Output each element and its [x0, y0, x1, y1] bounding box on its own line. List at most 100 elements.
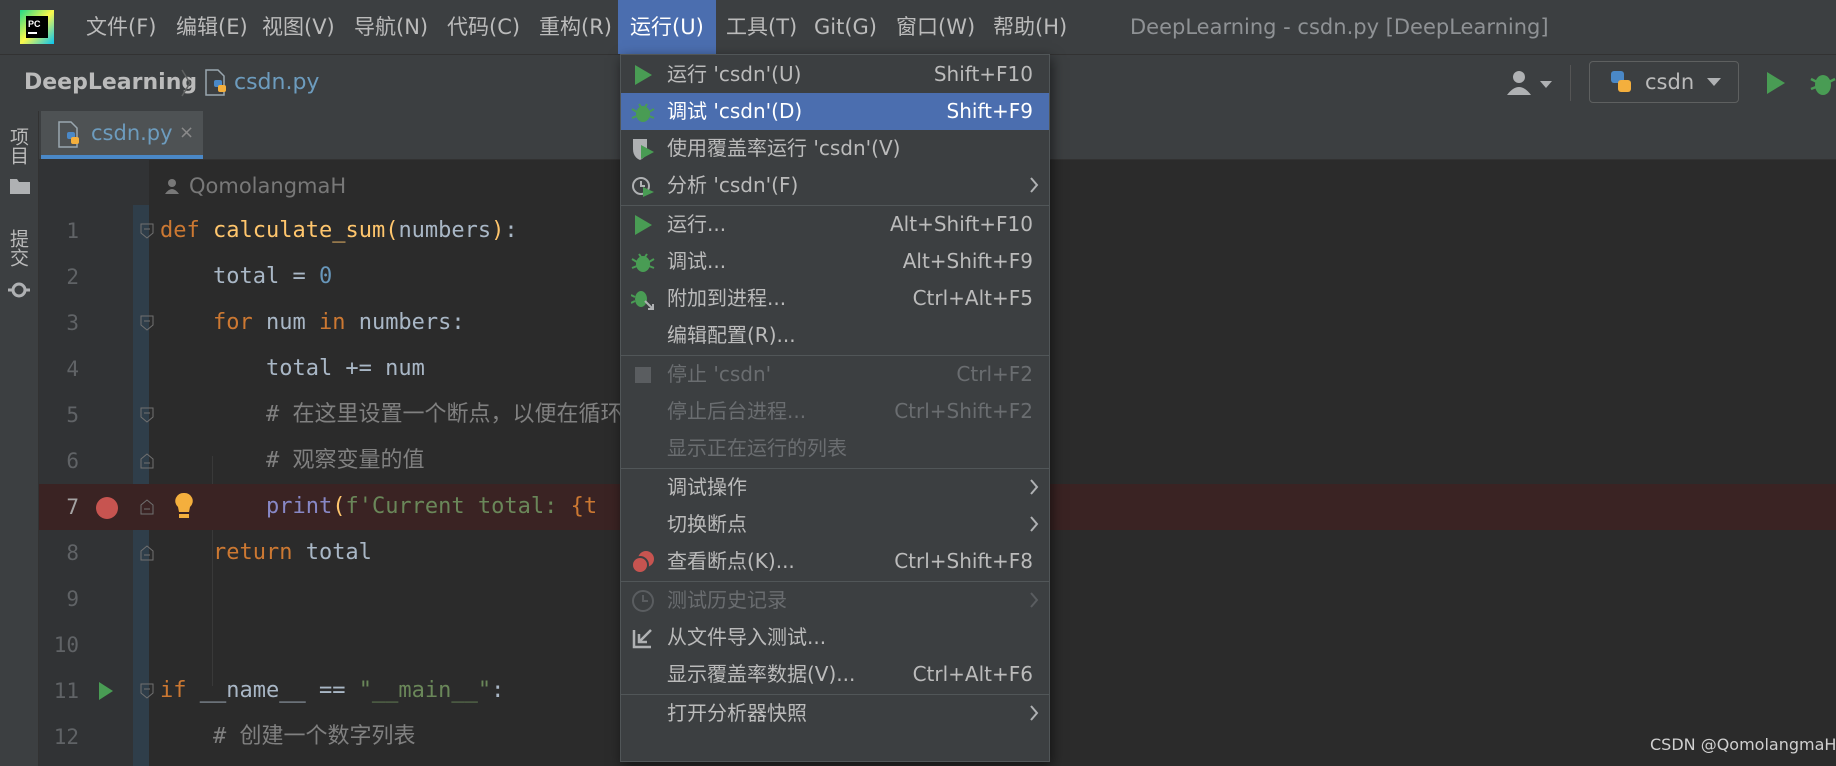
debug-icon [631, 103, 655, 122]
menu-item-profile[interactable]: 分析 'csdn'(F) [621, 167, 1049, 204]
run-icon [635, 215, 652, 235]
user-icon [165, 179, 179, 194]
line-number: 3 [66, 311, 79, 335]
watermark: CSDN @QomolangmaH [1650, 735, 1836, 754]
chevron-right-icon [1030, 177, 1039, 193]
menu-git[interactable]: Git(G) [814, 0, 877, 54]
fold-icon[interactable] [140, 223, 154, 239]
code-comment: # 观察变量的值 [160, 448, 425, 473]
code-text: return total [160, 540, 372, 565]
menu-item-debug-csdn[interactable]: 调试 'csdn'(D) Shift+F9 [621, 93, 1049, 130]
line-number: 9 [66, 587, 79, 611]
tool-window-strip: 项目 提交 [0, 111, 39, 766]
menu-file[interactable]: 文件(F) [86, 0, 156, 54]
debug-icon [631, 253, 655, 272]
chevron-down-icon [1707, 78, 1721, 86]
fold-end-icon[interactable] [140, 453, 154, 469]
breadcrumb-project[interactable]: DeepLearning [24, 55, 197, 111]
fold-end-icon[interactable] [140, 545, 154, 561]
python-file-icon [58, 121, 79, 148]
menu-run[interactable]: 运行(U) [618, 0, 716, 54]
close-icon[interactable]: × [179, 111, 194, 155]
project-tab-label: 项目 [7, 127, 29, 165]
run-menu-dropdown: 运行 'csdn'(U) Shift+F10 调试 'csdn'(D) Shif… [620, 54, 1050, 762]
code-comment: # 创建一个数字列表 [160, 724, 416, 749]
tab-csdn-py[interactable]: csdn.py × [41, 111, 203, 159]
project-tool-tab[interactable]: 项目 [6, 127, 32, 165]
stop-icon [635, 367, 651, 383]
chevron-right-icon [1030, 516, 1039, 532]
code-text: if __name__ == "__main__": [160, 678, 505, 703]
menu-item-view-breakpoints[interactable]: 查看断点(K)... Ctrl+Shift+F8 [621, 543, 1049, 580]
user-icon[interactable] [1502, 67, 1562, 99]
chevron-right-icon [1030, 479, 1039, 495]
history-icon [632, 590, 654, 612]
fold-icon[interactable] [140, 315, 154, 331]
menu-edit[interactable]: 编辑(E) [176, 0, 248, 54]
line-number: 5 [66, 403, 79, 427]
line-number: 7 [66, 495, 79, 519]
menu-tools[interactable]: 工具(T) [726, 0, 797, 54]
breakpoints-icon [631, 551, 654, 574]
menu-item-open-profiler-snapshot[interactable]: 打开分析器快照 [621, 695, 1049, 732]
line-number: 1 [66, 219, 79, 243]
menu-item-edit-configurations[interactable]: 编辑配置(R)... [621, 317, 1049, 354]
run-gutter-icon[interactable] [98, 681, 114, 701]
menu-item-debug-dialog[interactable]: 调试... Alt+Shift+F9 [621, 243, 1049, 280]
run-config-label: csdn [1645, 70, 1695, 94]
code-author-hint: QomolangmaH [189, 174, 347, 198]
code-text: total = 0 [160, 264, 333, 289]
fold-icon[interactable] [140, 407, 154, 423]
menu-item-run-dialog[interactable]: 运行... Alt+Shift+F10 [621, 206, 1049, 243]
line-number: 4 [66, 357, 79, 381]
profile-icon [632, 177, 654, 197]
menu-item-attach-to-process[interactable]: 附加到进程... Ctrl+Alt+F5 [621, 280, 1049, 317]
menu-item-show-running-list[interactable]: 显示正在运行的列表 [621, 430, 1049, 467]
tab-label: csdn.py [91, 121, 173, 145]
fold-end-icon[interactable] [140, 499, 154, 515]
menu-item-stop[interactable]: 停止 'csdn' Ctrl+F2 [621, 356, 1049, 393]
menu-help[interactable]: 帮助(H) [993, 0, 1067, 54]
code-text: total += num [160, 356, 425, 381]
code-text: def calculate_sum(numbers): [160, 218, 518, 243]
menu-item-import-tests[interactable]: 从文件导入测试... [621, 619, 1049, 656]
line-number: 12 [53, 725, 79, 749]
commit-icon [8, 282, 30, 298]
folder-icon [10, 179, 30, 194]
svg-text:PC: PC [28, 19, 41, 29]
python-icon [1611, 71, 1631, 92]
menu-code[interactable]: 代码(C) [447, 0, 520, 54]
menu-view[interactable]: 视图(V) [262, 0, 335, 54]
run-icon[interactable] [1765, 71, 1787, 95]
menu-item-toggle-breakpoint[interactable]: 切换断点 [621, 506, 1049, 543]
chevron-right-icon [1030, 705, 1039, 721]
menu-item-stop-background[interactable]: 停止后台进程... Ctrl+Shift+F2 [621, 393, 1049, 430]
line-number: 11 [53, 679, 79, 703]
menu-bar: PC 文件(F) 编辑(E) 视图(V) 导航(N) 代码(C) 重构(R) 运… [0, 0, 1836, 54]
menu-item-show-coverage-data[interactable]: 显示覆盖率数据(V)... Ctrl+Alt+F6 [621, 656, 1049, 693]
menu-item-run-with-coverage[interactable]: 使用覆盖率运行 'csdn'(V) [621, 130, 1049, 167]
import-icon [632, 629, 652, 649]
window-title: DeepLearning - csdn.py [DeepLearning] [1130, 15, 1549, 39]
run-icon [635, 65, 652, 85]
line-number: 8 [66, 541, 79, 565]
menu-refactor[interactable]: 重构(R) [539, 0, 612, 54]
breakpoint-icon[interactable] [95, 496, 119, 520]
toolbar-divider [1570, 65, 1571, 101]
coverage-icon [633, 139, 654, 160]
fold-icon[interactable] [140, 683, 154, 699]
menu-item-test-history[interactable]: 测试历史记录 [621, 582, 1049, 619]
chevron-right-icon [181, 69, 191, 97]
menu-navigate[interactable]: 导航(N) [354, 0, 428, 54]
attach-debugger-icon [631, 291, 654, 310]
menu-item-debugging-actions[interactable]: 调试操作 [621, 469, 1049, 506]
line-number: 10 [53, 633, 79, 657]
commit-tool-tab[interactable]: 提交 [6, 229, 32, 267]
chevron-right-icon [1030, 592, 1039, 608]
menu-item-run-csdn[interactable]: 运行 'csdn'(U) Shift+F10 [621, 56, 1049, 93]
breadcrumb-file[interactable]: csdn.py [234, 55, 319, 111]
menu-window[interactable]: 窗口(W) [896, 0, 975, 54]
run-config-selector[interactable]: csdn [1589, 61, 1739, 103]
pycharm-logo-icon[interactable]: PC [20, 10, 54, 44]
debug-icon[interactable] [1810, 69, 1836, 97]
